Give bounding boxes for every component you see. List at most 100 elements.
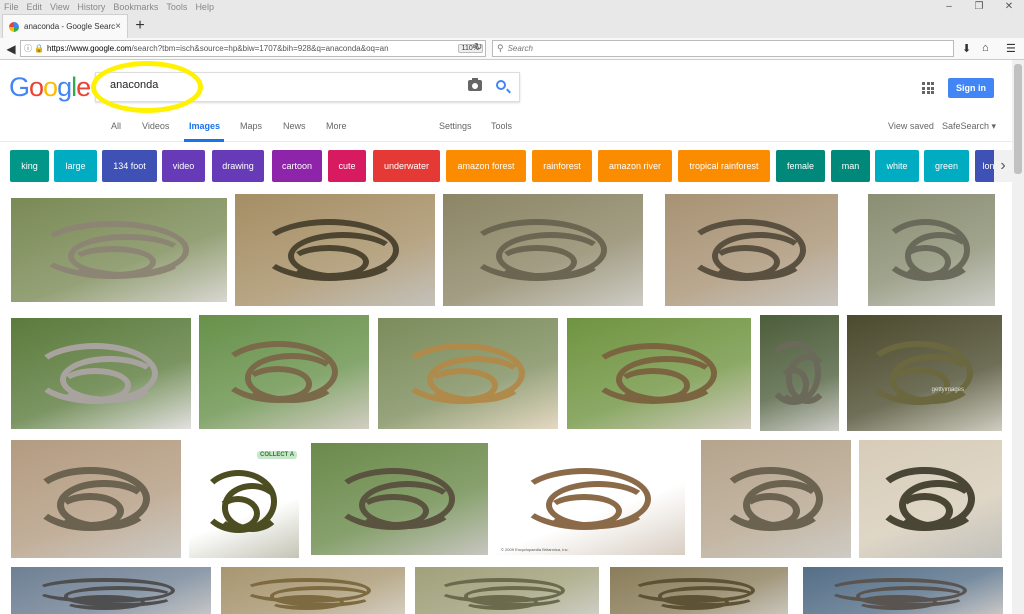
hamburger-menu-icon[interactable]: ☰	[1006, 42, 1016, 55]
navigation-bar: ◀ ⓘ 🔒 https://www.google.com/search?tbm=…	[0, 38, 1024, 60]
related-chip[interactable]: underwater	[373, 150, 440, 182]
related-chip[interactable]: man	[831, 150, 870, 182]
related-chip[interactable]: large	[54, 150, 97, 182]
apps-grid-icon[interactable]	[922, 82, 934, 94]
snake-shape	[546, 493, 622, 529]
image-result[interactable]	[11, 198, 227, 302]
image-result[interactable]	[443, 194, 643, 306]
snake-shape	[777, 367, 810, 403]
menu-item-edit[interactable]: Edit	[27, 2, 43, 12]
related-chip[interactable]: green	[924, 150, 969, 182]
image-result[interactable]	[859, 440, 1002, 558]
tab-maps[interactable]: Maps	[240, 121, 262, 131]
snake-shape	[426, 368, 498, 403]
browser-search-input[interactable]	[507, 44, 908, 53]
safesearch-link[interactable]: SafeSearch ▾	[942, 121, 996, 132]
chevron-right-icon[interactable]: ›	[994, 150, 1012, 182]
camera-icon[interactable]	[468, 78, 482, 91]
browser-tab[interactable]: anaconda - Google Search ×	[2, 14, 128, 38]
image-result[interactable]	[235, 194, 435, 306]
image-result[interactable]	[415, 567, 599, 614]
snake-shape	[497, 244, 577, 280]
tools-link[interactable]: Tools	[491, 121, 512, 131]
snake-shape	[857, 595, 937, 610]
close-icon[interactable]: ✕	[994, 0, 1024, 14]
reload-icon[interactable]: ↻	[474, 42, 482, 53]
related-chip[interactable]: amazon forest	[446, 150, 526, 182]
snake-shape	[657, 595, 729, 610]
sign-in-button[interactable]: Sign in	[948, 78, 994, 98]
menu-item-help[interactable]: Help	[195, 2, 214, 12]
download-icon[interactable]: ⬇	[962, 42, 971, 55]
snake-shape	[464, 595, 538, 610]
tab-more[interactable]: More	[326, 121, 347, 131]
tab-all[interactable]: All	[111, 121, 121, 131]
image-result[interactable]	[803, 567, 1003, 614]
info-icon[interactable]: ⓘ	[24, 43, 32, 54]
related-chip[interactable]: drawing	[212, 150, 264, 182]
related-chip[interactable]: 134 foot	[102, 150, 157, 182]
watermark: gettyimages	[931, 387, 964, 393]
image-result[interactable]	[11, 318, 191, 429]
menu-item-view[interactable]: View	[50, 2, 69, 12]
image-result[interactable]	[221, 567, 405, 614]
image-result[interactable]	[311, 443, 488, 555]
google-logo[interactable]: Google	[9, 72, 91, 103]
new-tab-button[interactable]: +	[128, 14, 152, 38]
settings-link[interactable]: Settings	[439, 121, 472, 131]
menu-bar: File Edit View History Bookmarks Tools Help	[0, 0, 1024, 14]
related-chip[interactable]: king	[10, 150, 49, 182]
snake-shape	[216, 495, 260, 531]
menu-item-file[interactable]: File	[4, 2, 19, 12]
search-icon[interactable]	[496, 80, 506, 90]
maximize-icon[interactable]: ❐	[964, 0, 994, 14]
image-result[interactable]	[610, 567, 788, 614]
image-result[interactable]	[378, 318, 558, 429]
related-chip[interactable]: cute	[328, 150, 366, 182]
related-chip[interactable]: video	[162, 150, 205, 182]
image-result[interactable]	[11, 440, 181, 558]
related-chip[interactable]: female	[776, 150, 825, 182]
menu-item-tools[interactable]: Tools	[166, 2, 187, 12]
image-result[interactable]: gettyimages	[847, 315, 1002, 431]
close-tab-icon[interactable]: ×	[115, 21, 121, 32]
related-chip[interactable]: cartoon	[272, 150, 322, 182]
snake-shape	[289, 244, 369, 280]
image-result[interactable]: © 2009 Encyclopaedia Britannica, Inc.	[495, 443, 685, 555]
scrollbar-thumb[interactable]	[1014, 64, 1022, 174]
tab-images[interactable]: Images	[189, 121, 220, 131]
home-icon[interactable]: ⌂	[982, 42, 989, 54]
tab-title: anaconda - Google Search	[24, 22, 116, 31]
browser-search-bar[interactable]: ⚲	[492, 40, 954, 57]
image-result[interactable]	[868, 194, 995, 306]
image-result[interactable]	[760, 315, 839, 431]
related-chip[interactable]: amazon river	[598, 150, 672, 182]
search-input[interactable]	[110, 79, 450, 91]
tab-videos[interactable]: Videos	[142, 121, 169, 131]
image-result[interactable]	[567, 318, 751, 429]
tab-news[interactable]: News	[283, 121, 306, 131]
snake-shape	[270, 595, 344, 610]
collection-badge: COLLECT A	[257, 451, 298, 459]
menu-item-bookmarks[interactable]: Bookmarks	[113, 2, 158, 12]
related-chip[interactable]: rainforest	[532, 150, 592, 182]
related-chip[interactable]: white	[875, 150, 919, 182]
related-chip[interactable]: tropical rainforest	[678, 150, 770, 182]
image-result[interactable]: COLLECT A	[189, 445, 299, 558]
image-result[interactable]	[665, 194, 838, 306]
snake-shape	[59, 368, 131, 403]
search-box[interactable]	[95, 72, 520, 102]
snake-shape	[69, 245, 157, 279]
menu-item-history[interactable]: History	[77, 2, 105, 12]
search-icon: ⚲	[497, 43, 504, 53]
image-result[interactable]	[11, 567, 211, 614]
image-result[interactable]	[701, 440, 851, 558]
back-icon[interactable]: ◀	[2, 40, 20, 58]
related-searches-bar: king large 134 foot video drawing cartoon cute…	[0, 143, 1012, 188]
snake-shape	[740, 492, 800, 530]
snake-shape	[244, 366, 312, 402]
minimize-icon[interactable]: –	[934, 0, 964, 14]
view-saved-link[interactable]: View saved	[888, 121, 934, 131]
image-result[interactable]	[199, 315, 369, 429]
url-bar[interactable]: ⓘ 🔒 https://www.google.com/search?tbm=is…	[20, 40, 486, 57]
